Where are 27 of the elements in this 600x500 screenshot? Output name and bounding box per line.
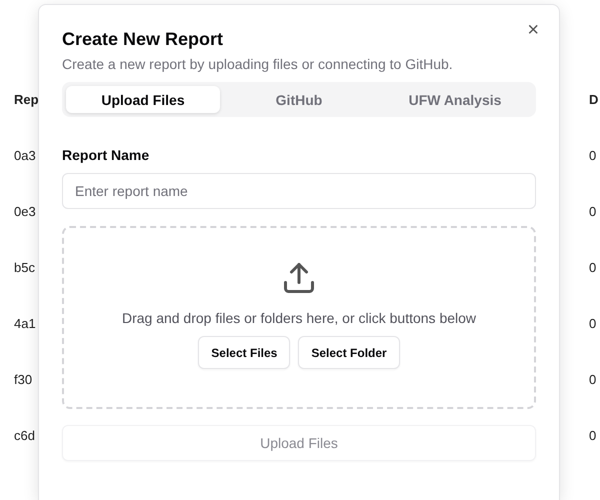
table-cell-text: 0 <box>589 203 598 221</box>
upload-icon <box>281 260 317 296</box>
tab[interactable]: Upload Files <box>66 86 220 113</box>
table-cell-text: c6d <box>14 427 36 445</box>
table-cell-text: f30 <box>14 371 34 389</box>
table-cell-text: 4a1 <box>14 315 37 333</box>
tab[interactable]: UFW Analysis <box>378 86 532 113</box>
field-label: Report Name <box>62 147 150 163</box>
table-cell-text: 0e3 <box>14 203 37 221</box>
drop-zone[interactable]: Drag and drop files or folders here, or click buttons below Select Files Select Folder <box>62 226 536 409</box>
select-folder-button[interactable]: Select Folder <box>298 336 400 369</box>
report-name-field[interactable]: Enter report name <box>62 173 536 209</box>
table-cell-text: 0 <box>589 427 598 445</box>
table-cell-text: 0 <box>589 147 598 165</box>
column-header: D <box>589 91 599 109</box>
table-cell-text: 0 <box>589 259 598 277</box>
dialog-subtitle: Create a new report by uploading files or connecting to GitHub. <box>62 55 454 73</box>
column-header: Rep <box>14 91 39 109</box>
tab[interactable]: GitHub <box>222 86 376 113</box>
table-cell-text: b5c <box>14 259 36 277</box>
dialog-title: Create New Report <box>62 28 224 50</box>
select-files-button[interactable]: Select Files <box>198 336 290 369</box>
table-cell-text: 0 <box>589 371 598 389</box>
close-button[interactable]: × <box>523 19 543 41</box>
table-cell-text: 0 <box>589 315 598 333</box>
table-cell-text: 0a3 <box>14 147 37 165</box>
drop-instructions: Drag and drop files or folders here, or click buttons below <box>122 310 476 326</box>
